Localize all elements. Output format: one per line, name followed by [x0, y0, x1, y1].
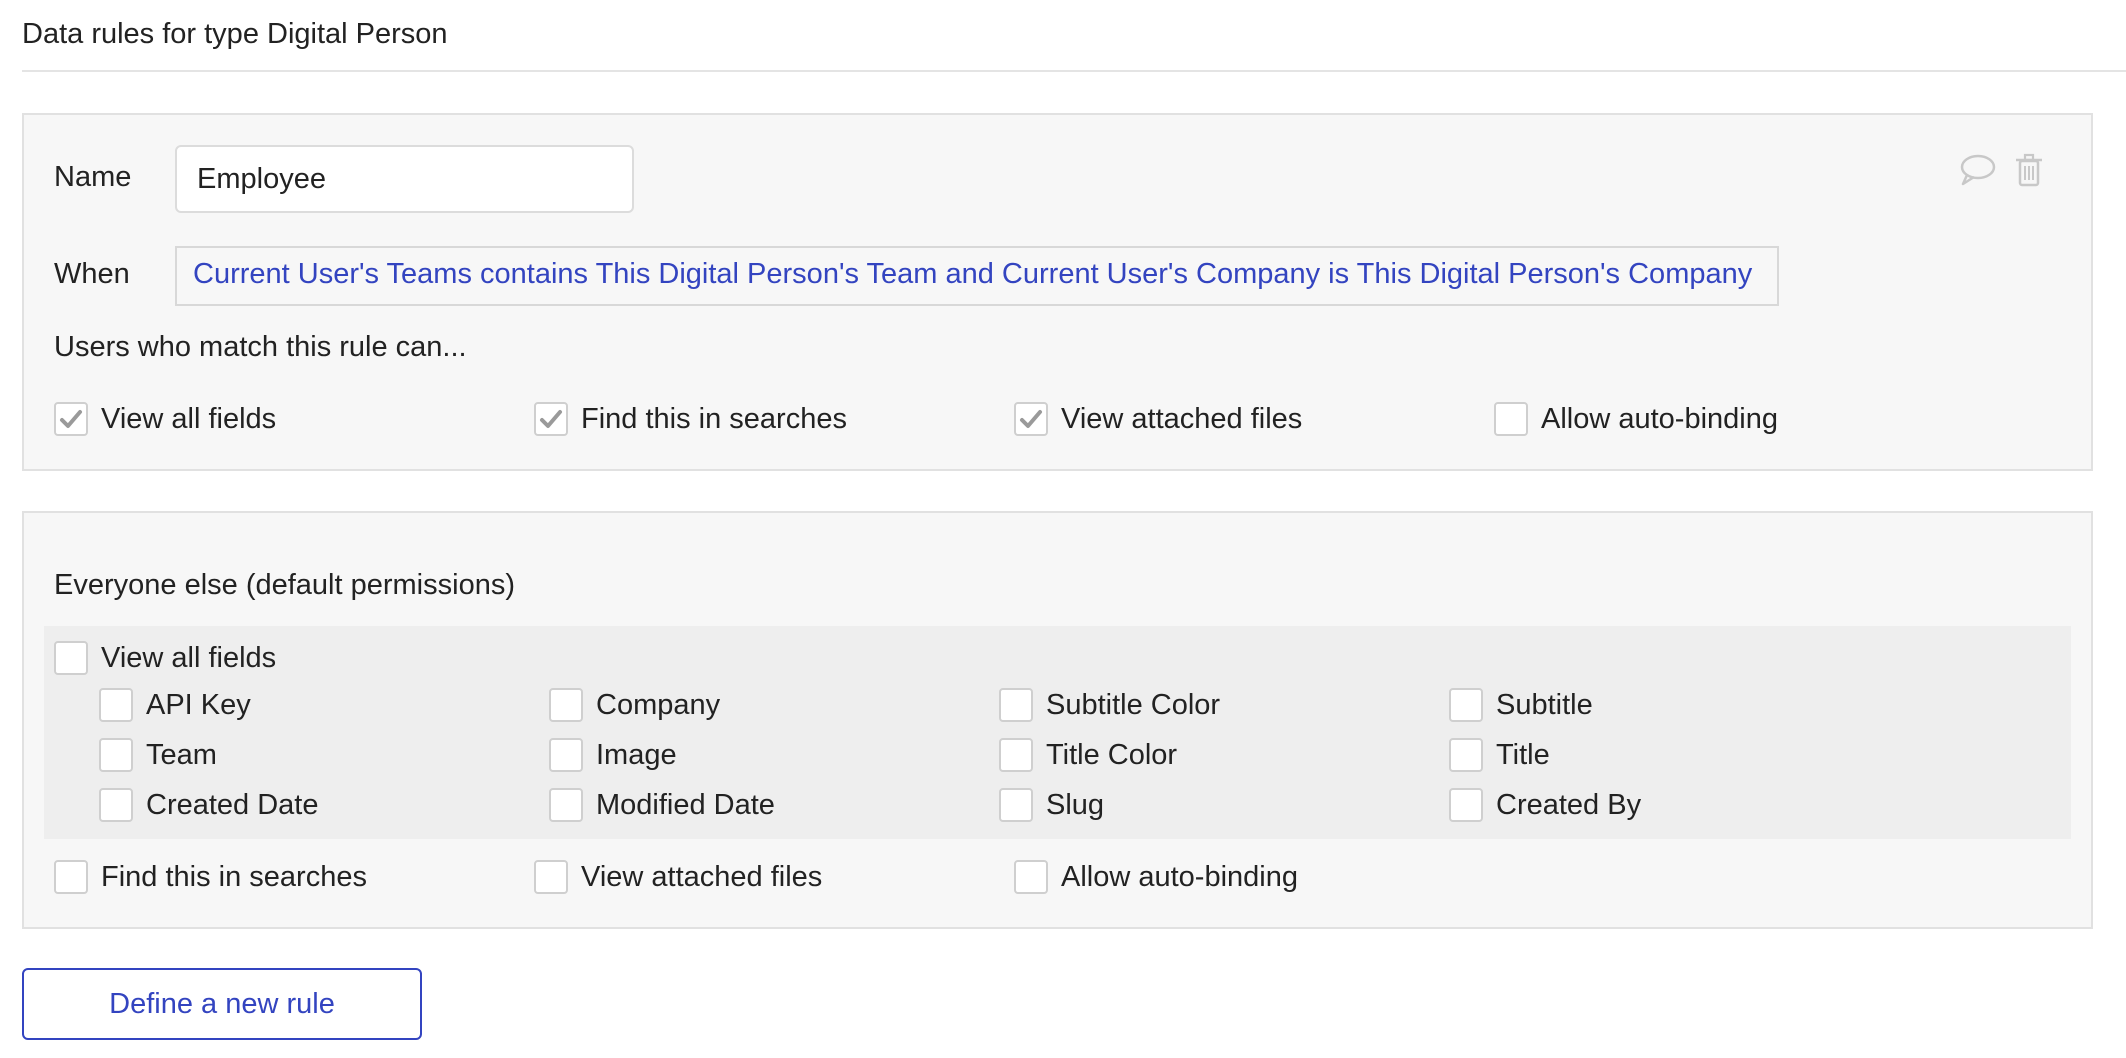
field-api-key-checkbox[interactable] [99, 688, 133, 722]
field-api-key-label: API Key [146, 688, 251, 721]
field-slug-checkbox[interactable] [999, 788, 1033, 822]
default-allow-auto-binding-label: Allow auto-binding [1061, 860, 1298, 893]
when-label: When [54, 258, 130, 290]
field-slug-label: Slug [1046, 788, 1105, 821]
rule-view-attached-files-label: View attached files [1061, 402, 1303, 435]
comment-icon[interactable] [1957, 151, 1997, 191]
field-created-by-label: Created By [1496, 788, 1642, 821]
rule-view-all-fields-option: View all fields [54, 402, 276, 436]
field-title-label: Title [1496, 738, 1550, 771]
default-allow-auto-binding-checkbox[interactable] [1014, 860, 1048, 894]
rule-view-all-fields-checkbox[interactable] [54, 402, 88, 436]
field-image-option: Image [549, 738, 677, 772]
field-slug-option: Slug [999, 788, 1104, 822]
field-company-option: Company [549, 688, 720, 722]
field-created-date-option: Created Date [99, 788, 319, 822]
rule-allow-auto-binding-option: Allow auto-binding [1494, 402, 1778, 436]
field-team-label: Team [146, 738, 217, 771]
checkmark-icon [540, 410, 562, 428]
rule-panel: Name When Current User's Teams contains … [22, 113, 2093, 471]
field-team-option: Team [99, 738, 217, 772]
field-modified-date-option: Modified Date [549, 788, 775, 822]
field-image-checkbox[interactable] [549, 738, 583, 772]
default-view-all-fields-checkbox[interactable] [54, 641, 88, 675]
rule-find-this-in-searches-checkbox[interactable] [534, 402, 568, 436]
rule-view-all-fields-label: View all fields [101, 402, 277, 435]
default-allow-auto-binding-option: Allow auto-binding [1014, 860, 1298, 894]
field-created-date-label: Created Date [146, 788, 319, 821]
default-find-this-in-searches-label: Find this in searches [101, 860, 367, 893]
field-subtitle-checkbox[interactable] [1449, 688, 1483, 722]
field-subtitle-label: Subtitle [1496, 688, 1593, 721]
field-modified-date-label: Modified Date [596, 788, 775, 821]
rule-view-attached-files-checkbox[interactable] [1014, 402, 1048, 436]
field-title-checkbox[interactable] [1449, 738, 1483, 772]
field-subtitle-color-checkbox[interactable] [999, 688, 1033, 722]
field-company-checkbox[interactable] [549, 688, 583, 722]
default-find-this-in-searches-option: Find this in searches [54, 860, 367, 894]
field-created-date-checkbox[interactable] [99, 788, 133, 822]
field-created-by-checkbox[interactable] [1449, 788, 1483, 822]
field-created-by-option: Created By [1449, 788, 1641, 822]
field-api-key-option: API Key [99, 688, 251, 722]
rule-allow-auto-binding-checkbox[interactable] [1494, 402, 1528, 436]
field-title-option: Title [1449, 738, 1550, 772]
users-caption: Users who match this rule can... [54, 331, 467, 363]
field-subtitle-option: Subtitle [1449, 688, 1593, 722]
define-new-rule-button[interactable]: Define a new rule [22, 968, 422, 1040]
rule-view-attached-files-option: View attached files [1014, 402, 1302, 436]
field-subtitle-color-label: Subtitle Color [1046, 688, 1221, 721]
field-title-color-checkbox[interactable] [999, 738, 1033, 772]
rule-name-input[interactable] [175, 145, 634, 213]
page-title: Data rules for type Digital Person [22, 18, 448, 50]
default-view-attached-files-option: View attached files [534, 860, 822, 894]
default-heading: Everyone else (default permissions) [54, 569, 515, 601]
title-divider [22, 70, 2126, 72]
field-modified-date-checkbox[interactable] [549, 788, 583, 822]
default-view-all-fields-label: View all fields [101, 641, 277, 674]
rule-allow-auto-binding-label: Allow auto-binding [1541, 402, 1778, 435]
checkmark-icon [60, 410, 82, 428]
field-title-color-label: Title Color [1046, 738, 1178, 771]
field-team-checkbox[interactable] [99, 738, 133, 772]
default-view-attached-files-label: View attached files [581, 860, 823, 893]
rule-find-this-in-searches-option: Find this in searches [534, 402, 847, 436]
default-view-attached-files-checkbox[interactable] [534, 860, 568, 894]
field-subtitle-color-option: Subtitle Color [999, 688, 1220, 722]
default-permissions-panel: Everyone else (default permissions) View… [22, 511, 2093, 929]
trash-icon[interactable] [2011, 151, 2051, 191]
checkmark-icon [1020, 410, 1042, 428]
when-expression[interactable]: Current User's Teams contains This Digit… [175, 246, 1779, 306]
default-find-this-in-searches-checkbox[interactable] [54, 860, 88, 894]
field-title-color-option: Title Color [999, 738, 1177, 772]
default-view-all-fields-option: View all fields [54, 641, 276, 675]
field-company-label: Company [596, 688, 721, 721]
name-label: Name [54, 161, 132, 193]
field-image-label: Image [596, 738, 677, 771]
rule-find-this-in-searches-label: Find this in searches [581, 402, 847, 435]
